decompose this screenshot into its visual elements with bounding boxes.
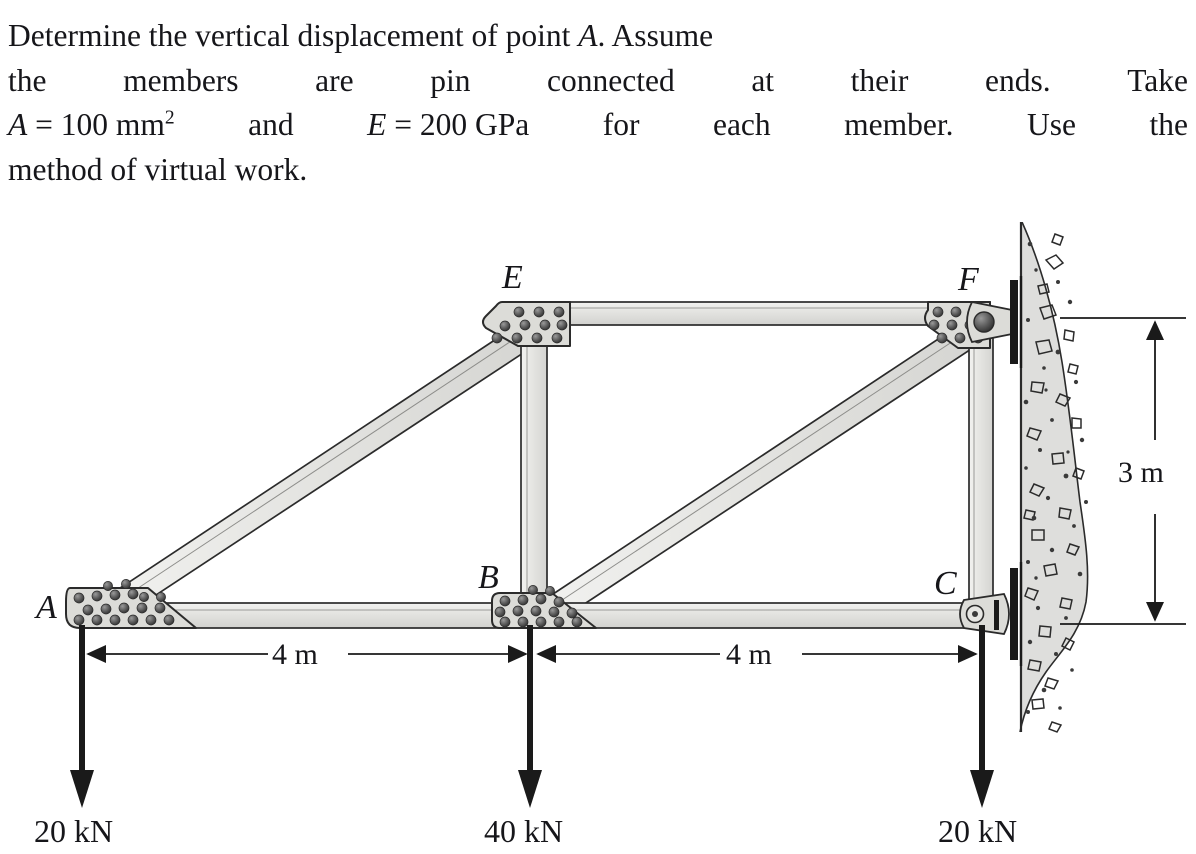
point-variable: A — [578, 18, 598, 53]
word: each — [712, 107, 771, 143]
node-label-F: F — [957, 261, 980, 298]
word: Take — [1127, 62, 1188, 98]
dimension-label-AB: 4 m — [272, 638, 318, 671]
member-EF — [519, 301, 991, 326]
node-label-B: B — [478, 559, 499, 596]
area-expression: A = 100 mm2 — [8, 103, 175, 148]
word: member. — [844, 107, 954, 143]
modulus-value: 200 GPa — [419, 107, 530, 143]
load-arrow-A — [70, 625, 94, 808]
problem-line-4: method of virtual work. — [8, 152, 308, 188]
word: ends. — [984, 62, 1051, 98]
word: Use — [1026, 107, 1076, 143]
problem-line-3: A = 100 mm2 and E = 200 GPa for each mem… — [8, 103, 1188, 148]
truss-figure: A B C E F 20 kN 40 kN 20 kN 4 m 4 m 3 m — [0, 222, 1196, 854]
load-arrow-B — [518, 625, 542, 808]
joint-E-gusset — [482, 301, 571, 347]
word: the — [1149, 107, 1188, 143]
member-BF — [536, 312, 996, 626]
modulus-expression: E = 200 GPa — [367, 103, 529, 148]
dimension-span-B-C: 4 m — [536, 638, 978, 671]
dimension-label-CF: 3 m — [1118, 456, 1164, 489]
word: at — [751, 62, 775, 98]
word: for — [602, 107, 640, 143]
word: connected — [547, 62, 675, 98]
area-value: 100 mm — [60, 107, 165, 143]
problem-statement: Determine the vertical displacement of p… — [8, 14, 1190, 193]
member-BE — [520, 317, 548, 615]
load-arrow-C — [970, 625, 994, 808]
equals-sign: = — [394, 107, 413, 143]
dimension-label-BC: 4 m — [726, 638, 772, 671]
word: the — [8, 62, 47, 98]
member-BC — [527, 602, 991, 629]
equals-sign: = — [35, 107, 53, 143]
load-label-C: 20 kN — [938, 813, 1017, 849]
problem-text-1-end: . Assume — [597, 18, 714, 53]
word: are — [315, 62, 354, 98]
word: members — [123, 62, 239, 98]
node-label-C: C — [934, 565, 957, 602]
area-variable: A — [8, 107, 28, 143]
dimension-span-A-B: 4 m — [86, 638, 528, 671]
word: pin — [430, 62, 471, 98]
problem-text-1: Determine the vertical displacement of p… — [8, 18, 571, 53]
conjunction: and — [248, 107, 294, 143]
modulus-variable: E — [367, 107, 387, 143]
area-exponent: 2 — [164, 107, 175, 129]
load-label-B: 40 kN — [484, 813, 563, 849]
truss-members — [79, 301, 996, 629]
load-label-A: 20 kN — [34, 813, 113, 849]
concrete-wall — [1019, 222, 1089, 733]
problem-line-1: Determine the vertical displacement of p… — [8, 14, 1190, 59]
word: their — [850, 62, 909, 98]
problem-line-2: the members are pin connected at their e… — [8, 59, 1188, 104]
node-label-E: E — [501, 259, 523, 296]
node-label-A: A — [34, 589, 57, 626]
member-CF — [968, 317, 994, 615]
